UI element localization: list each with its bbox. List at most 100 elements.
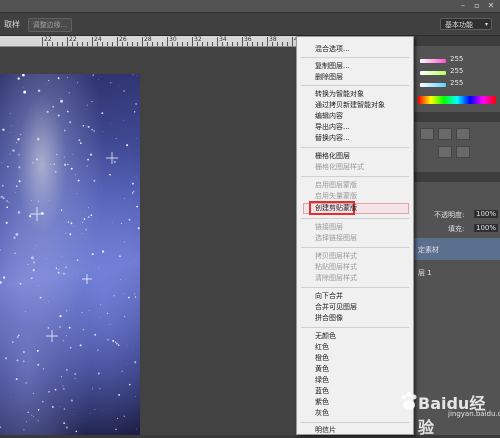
star [31, 256, 34, 259]
star [137, 76, 138, 77]
menu-item-merge-down[interactable]: 向下合并 [315, 291, 343, 301]
star [33, 261, 35, 263]
star [73, 154, 74, 155]
menu-item-gray[interactable]: 灰色 [315, 408, 329, 418]
menu-item-new-smart-object-via-copy[interactable]: 通过拷贝新建智能对象 [315, 100, 385, 110]
star [18, 77, 20, 79]
menu-item-export-contents[interactable]: 导出内容... [315, 122, 350, 132]
adjust-icon[interactable] [420, 128, 434, 140]
star [133, 191, 134, 192]
star [48, 391, 50, 393]
menu-item-rasterize-layer-style: 栅格化图层样式 [315, 162, 364, 172]
menu-item-delete-layer[interactable]: 删除图层 [315, 72, 343, 82]
star [61, 210, 62, 211]
menu-item-yellow[interactable]: 黄色 [315, 364, 329, 374]
star [90, 154, 92, 156]
star [110, 123, 111, 124]
adjust-icon[interactable] [438, 146, 452, 158]
color-value-g[interactable]: 255 [450, 67, 463, 75]
color-slider-g[interactable] [420, 71, 446, 75]
close-icon[interactable]: ✕ [486, 1, 496, 10]
color-ramp[interactable] [418, 96, 496, 104]
star [133, 74, 134, 75]
ruler-tick [192, 37, 193, 46]
menu-item-rasterize-layer[interactable]: 栅格化图层 [315, 151, 350, 161]
star [82, 222, 83, 223]
menu-item-edit-contents[interactable]: 编辑内容 [315, 111, 343, 121]
menu-item-red[interactable]: 红色 [315, 342, 329, 352]
refine-edge-button[interactable]: 调整边缘... [28, 18, 72, 32]
workspace-select[interactable]: 基本功能 ▾ [440, 18, 492, 30]
ruler-tick [57, 42, 58, 46]
color-value-b[interactable]: 255 [450, 79, 463, 87]
layer-row[interactable]: 层 1 [414, 262, 500, 282]
menu-item-duplicate-layer[interactable]: 复制图层... [315, 61, 350, 71]
menu-item-merge-visible[interactable]: 合并可见图层 [315, 302, 357, 312]
menu-item-violet[interactable]: 紫色 [315, 397, 329, 407]
ruler-tick [152, 42, 153, 46]
star [85, 212, 86, 213]
menu-item-convert-smart-object[interactable]: 转换为智能对象 [315, 89, 364, 99]
adjust-icon[interactable] [456, 146, 470, 158]
star [12, 341, 14, 343]
star [111, 324, 112, 325]
menu-item-replace-contents[interactable]: 替换内容... [315, 133, 350, 143]
ruler-tick [162, 42, 163, 46]
color-slider-r[interactable] [420, 59, 446, 63]
menu-item-create-clipping-mask[interactable]: 创建剪贴蒙版 [315, 203, 357, 213]
starfield-image [0, 74, 140, 435]
ruler-tick [262, 42, 263, 46]
adjust-icon[interactable] [456, 128, 470, 140]
star [0, 426, 1, 428]
fill-field[interactable]: 100% [474, 224, 498, 232]
restore-icon[interactable]: ▫ [472, 1, 482, 10]
star [16, 185, 18, 187]
star [2, 196, 3, 197]
opacity-field[interactable]: 100% [474, 210, 498, 218]
star [54, 163, 55, 164]
ruler-tick [107, 42, 108, 46]
menu-item-flatten-image[interactable]: 拼合图像 [315, 313, 343, 323]
adjust-icon[interactable] [438, 128, 452, 140]
star [90, 214, 92, 216]
star [58, 115, 60, 117]
paw-logo-icon [400, 392, 418, 412]
color-slider-b[interactable] [420, 83, 446, 87]
menu-item-blending-options[interactable]: 混合选项... [315, 44, 350, 54]
star [129, 219, 131, 221]
star [21, 290, 22, 291]
star [60, 98, 61, 99]
menu-item-orange[interactable]: 橙色 [315, 353, 329, 363]
menu-item-no-color[interactable]: 无颜色 [315, 331, 336, 341]
star [38, 420, 39, 421]
star [107, 313, 108, 314]
menu-item-blue[interactable]: 蓝色 [315, 386, 329, 396]
star [37, 138, 40, 141]
ruler-tick [202, 42, 203, 46]
star [64, 408, 66, 410]
star [63, 388, 64, 389]
star [55, 171, 57, 173]
star [64, 130, 66, 132]
star [94, 334, 96, 336]
star [38, 409, 40, 411]
star [37, 350, 39, 352]
star [68, 221, 69, 222]
star [83, 329, 84, 330]
ruler-tick [102, 42, 103, 46]
star [10, 132, 11, 133]
star [55, 389, 57, 391]
star [33, 416, 34, 417]
color-value-r[interactable]: 255 [450, 55, 463, 63]
star [92, 389, 93, 390]
star [10, 113, 11, 114]
layer-context-menu: 混合选项... 复制图层... 删除图层 转换为智能对象 通过拷贝新建智能对象 … [296, 36, 414, 435]
menu-item-green[interactable]: 绿色 [315, 375, 329, 385]
ruler-tick [212, 42, 213, 46]
minimize-icon[interactable]: – [458, 1, 468, 10]
star [69, 121, 71, 123]
star [15, 233, 18, 236]
ruler-tick [77, 42, 78, 46]
layer-row-selected[interactable]: 定素材 [414, 238, 500, 260]
menu-item-postcard[interactable]: 明信片 [315, 425, 336, 435]
